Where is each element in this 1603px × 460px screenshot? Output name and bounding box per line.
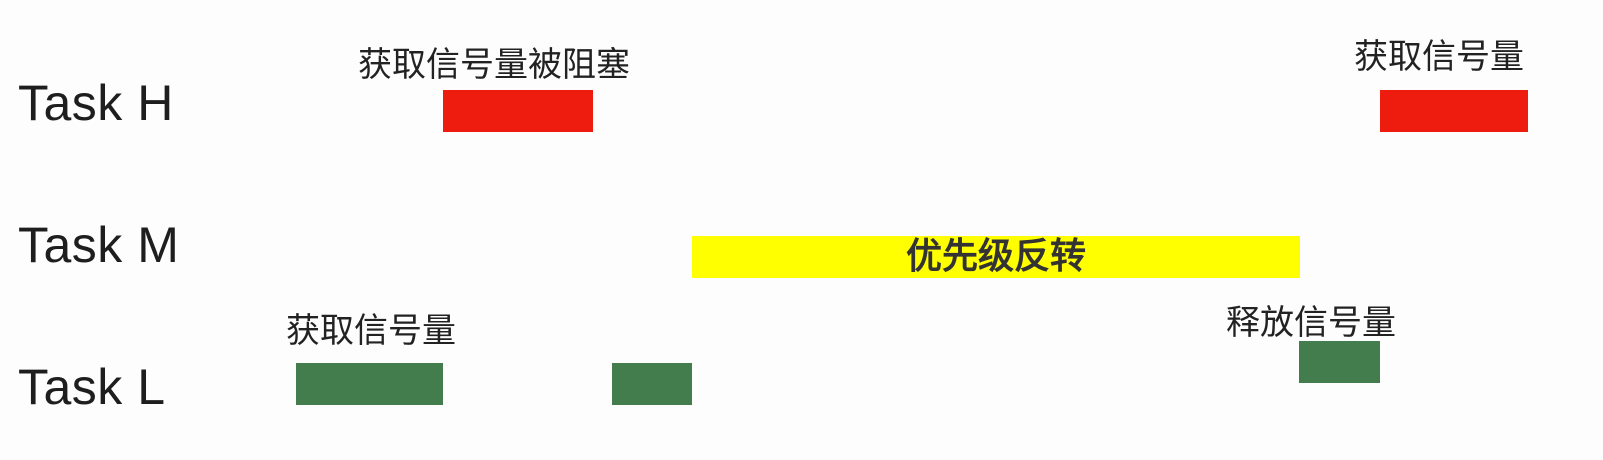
- timing-diagram: Task H Task M Task L 获取信号量被阻塞 获取信号量 优先级反…: [0, 0, 1603, 460]
- bar-task-m-inversion: 优先级反转: [692, 236, 1300, 278]
- bar-task-l-release: [1299, 341, 1380, 383]
- row-label-task-l: Task L: [18, 359, 166, 415]
- annotation-l-acquire: 获取信号量: [286, 311, 456, 351]
- bar-task-h-acquire: [1380, 90, 1528, 132]
- bar-task-h-blocked: [443, 90, 593, 132]
- bar-task-l-1: [296, 363, 443, 405]
- row-label-task-h: Task H: [18, 75, 174, 131]
- annotation-l-release: 释放信号量: [1226, 303, 1396, 343]
- bar-task-l-2: [612, 363, 692, 405]
- annotation-h-acquire: 获取信号量: [1354, 37, 1524, 77]
- annotation-h-blocked: 获取信号量被阻塞: [358, 45, 630, 85]
- row-label-task-m: Task M: [18, 217, 180, 273]
- annotation-m-inversion: 优先级反转: [905, 236, 1086, 277]
